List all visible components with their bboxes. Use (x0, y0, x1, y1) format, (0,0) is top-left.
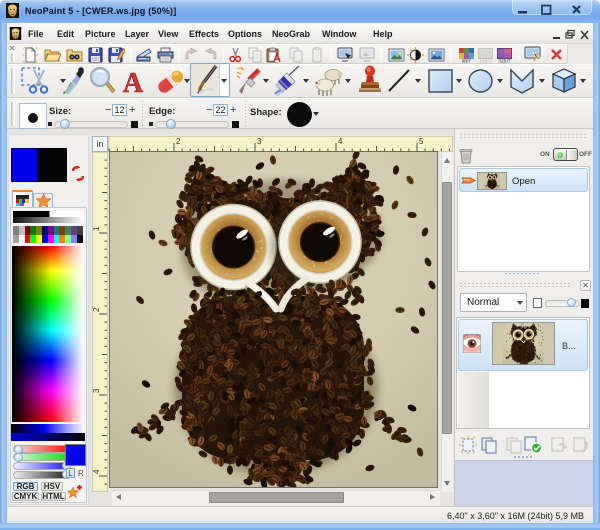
svg-text:A: A (123, 68, 144, 95)
svg-text:2: 2 (176, 137, 181, 146)
svg-text:1: 1 (92, 226, 101, 231)
svg-text:3: 3 (257, 137, 262, 146)
svg-text:8BIT: 8BIT (462, 59, 472, 64)
svg-text:4: 4 (92, 469, 101, 474)
svg-text:32BIT: 32BIT (498, 59, 510, 64)
svg-text:5: 5 (419, 137, 424, 146)
svg-text:3: 3 (92, 388, 101, 393)
svg-text:2: 2 (92, 307, 101, 312)
svg-text:16BIT: 16BIT (479, 59, 491, 64)
svg-text:4: 4 (338, 137, 343, 146)
